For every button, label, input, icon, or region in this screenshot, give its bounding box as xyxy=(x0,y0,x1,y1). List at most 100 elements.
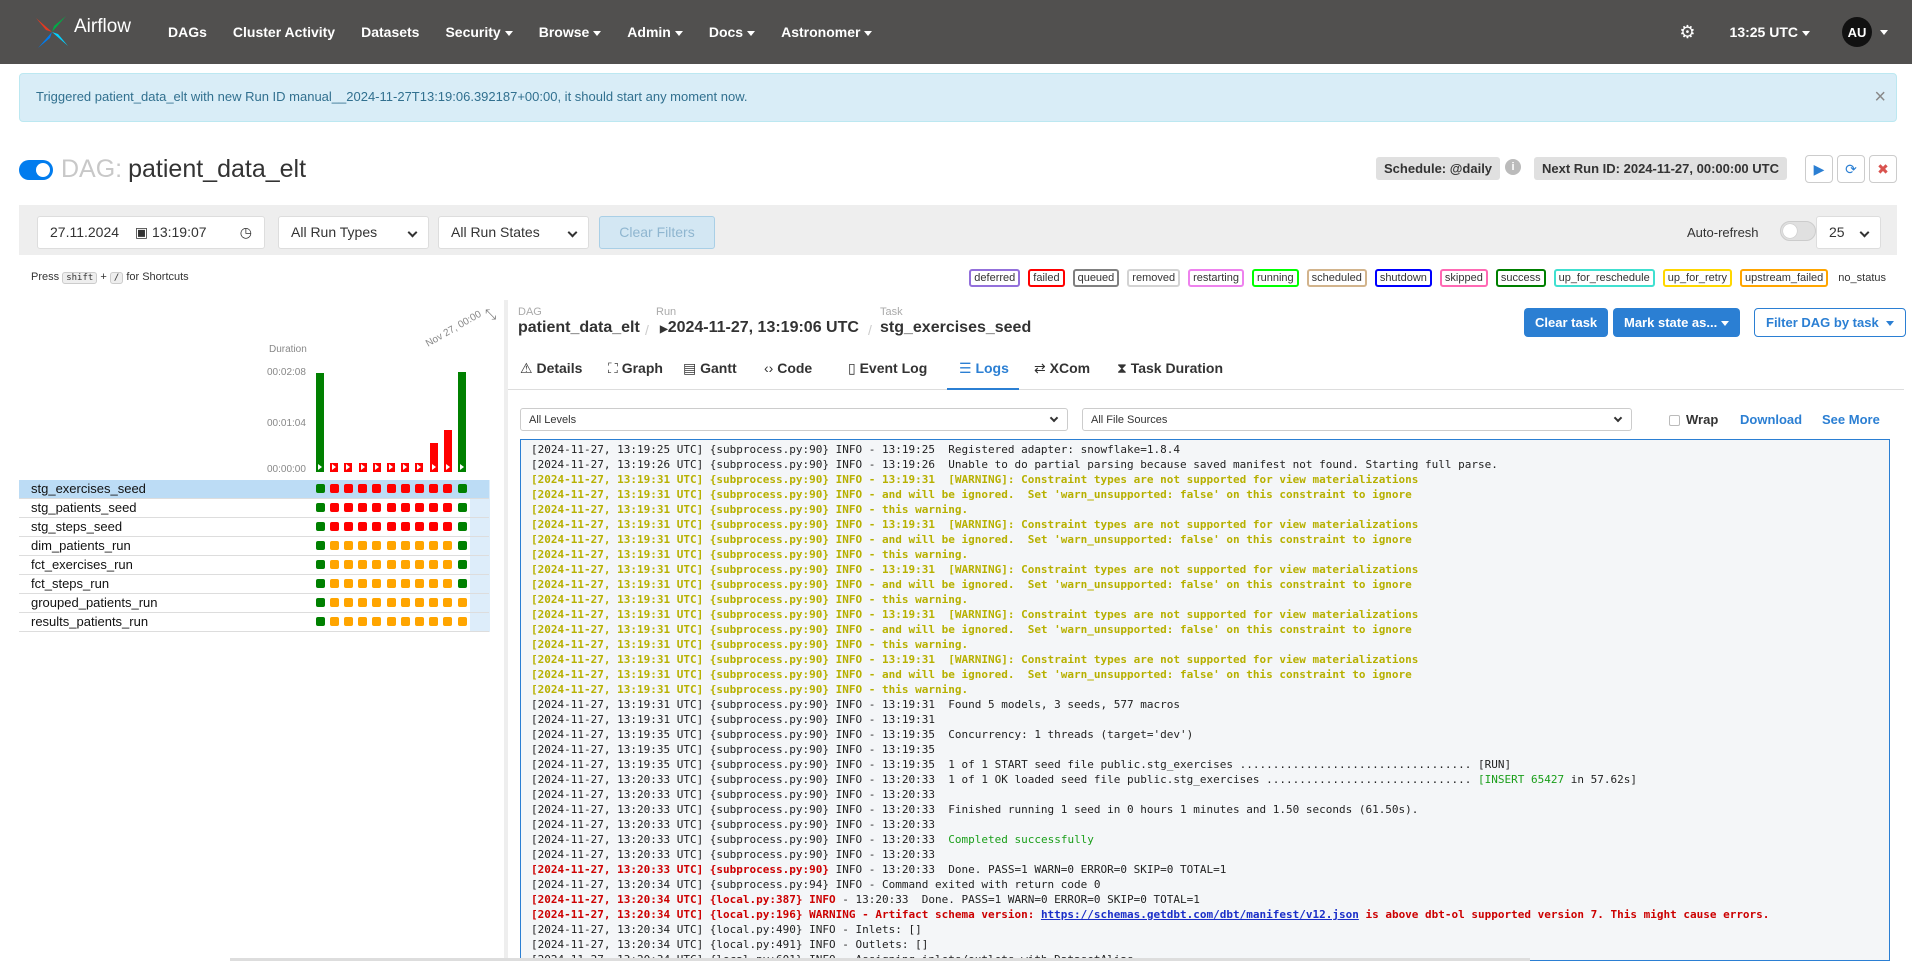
task-instance-cell[interactable] xyxy=(414,579,424,588)
task-instance-cell[interactable] xyxy=(329,598,339,607)
task-instance-cell[interactable] xyxy=(343,560,353,569)
calendar-icon[interactable]: ▣ xyxy=(135,224,148,240)
task-instance-cell[interactable] xyxy=(343,522,353,531)
task-name[interactable]: stg_exercises_seed xyxy=(31,481,146,496)
task-name[interactable]: fct_steps_run xyxy=(31,576,109,591)
tab-gantt[interactable]: ▤ Gantt xyxy=(683,360,737,377)
task-instance-cell[interactable] xyxy=(414,541,424,550)
legend-upstream-failed[interactable]: upstream_failed xyxy=(1740,269,1829,287)
tab-event-log[interactable]: ▯ Event Log xyxy=(848,360,927,377)
task-instance-cell[interactable] xyxy=(429,541,439,550)
log-level-select[interactable]: All Levels xyxy=(520,408,1068,431)
tab-graph[interactable]: ⛶ Graph xyxy=(608,360,663,377)
log-source-select[interactable]: All File Sources xyxy=(1082,408,1632,431)
task-instance-cell[interactable] xyxy=(429,522,439,531)
task-instance-cell[interactable] xyxy=(414,484,424,493)
duration-bar[interactable] xyxy=(415,463,424,472)
task-instance-cell[interactable] xyxy=(372,560,382,569)
tab-xcom[interactable]: ⇄ XCom xyxy=(1034,360,1090,377)
task-instance-cell[interactable] xyxy=(414,598,424,607)
task-instance-cell[interactable] xyxy=(386,541,396,550)
task-instance-cell[interactable] xyxy=(386,598,396,607)
duration-bar[interactable] xyxy=(429,443,438,472)
task-instance-cell[interactable] xyxy=(457,541,467,550)
avatar[interactable]: AU xyxy=(1842,17,1872,47)
task-instance-cell[interactable] xyxy=(315,522,325,531)
task-instance-cell[interactable] xyxy=(343,617,353,626)
task-instance-cell[interactable] xyxy=(329,579,339,588)
delete-dag-button[interactable]: ✖ xyxy=(1869,155,1897,183)
task-instance-cell[interactable] xyxy=(372,522,382,531)
wrap-checkbox[interactable] xyxy=(1669,415,1680,426)
task-instance-cell[interactable] xyxy=(358,503,368,512)
task-instance-cell[interactable] xyxy=(358,541,368,550)
run-state-select[interactable]: All Run States xyxy=(438,216,589,249)
task-instance-cell[interactable] xyxy=(329,503,339,512)
info-icon[interactable]: i xyxy=(1505,159,1521,175)
auto-refresh-toggle[interactable] xyxy=(1780,221,1816,241)
task-instance-cell[interactable] xyxy=(457,560,467,569)
legend-no-status[interactable]: no_status xyxy=(1838,272,1886,284)
task-instance-cell[interactable] xyxy=(429,560,439,569)
task-instance-cell[interactable] xyxy=(457,484,467,493)
task-instance-cell[interactable] xyxy=(443,522,453,531)
legend-scheduled[interactable]: scheduled xyxy=(1306,269,1367,287)
legend-running[interactable]: running xyxy=(1251,269,1299,287)
download-link[interactable]: Download xyxy=(1740,412,1802,427)
duration-bar[interactable] xyxy=(330,463,339,472)
tab-task-duration[interactable]: ⧗ Task Duration xyxy=(1117,360,1223,377)
task-instance-cell[interactable] xyxy=(315,560,325,569)
task-instance-cell[interactable] xyxy=(457,522,467,531)
tab-logs[interactable]: ☰ Logs xyxy=(959,360,1009,377)
task-instance-cell[interactable] xyxy=(386,560,396,569)
task-instance-cell[interactable] xyxy=(457,617,467,626)
log-viewer[interactable]: [2024-11-27, 13:19:25 UTC] {subprocess.p… xyxy=(520,439,1890,961)
nav-item-browse[interactable]: Browse xyxy=(539,24,602,40)
legend-deferred[interactable]: deferred xyxy=(969,269,1021,287)
task-instance-cell[interactable] xyxy=(358,484,368,493)
breadcrumb-dag[interactable]: patient_data_elt xyxy=(518,319,640,337)
task-row[interactable]: stg_steps_seed xyxy=(19,518,489,537)
task-instance-cell[interactable] xyxy=(400,560,410,569)
task-name[interactable]: fct_exercises_run xyxy=(31,557,133,572)
task-instance-cell[interactable] xyxy=(343,503,353,512)
task-instance-cell[interactable] xyxy=(414,522,424,531)
task-instance-cell[interactable] xyxy=(400,598,410,607)
nav-item-cluster-activity[interactable]: Cluster Activity xyxy=(233,24,335,40)
duration-bar[interactable] xyxy=(372,463,381,472)
task-instance-cell[interactable] xyxy=(358,598,368,607)
legend-skipped[interactable]: skipped xyxy=(1439,269,1488,287)
legend-shutdown[interactable]: shutdown xyxy=(1374,269,1432,287)
task-instance-cell[interactable] xyxy=(443,598,453,607)
task-name[interactable]: stg_patients_seed xyxy=(31,500,137,515)
legend-restarting[interactable]: restarting xyxy=(1188,269,1244,287)
filter-dag-button[interactable]: Filter DAG by task xyxy=(1754,308,1907,337)
task-instance-cell[interactable] xyxy=(372,598,382,607)
clock-icon[interactable]: ◷ xyxy=(240,224,252,241)
nav-item-admin[interactable]: Admin xyxy=(627,24,683,40)
task-row[interactable]: fct_steps_run xyxy=(19,575,489,594)
task-instance-cell[interactable] xyxy=(372,617,382,626)
task-instance-cell[interactable] xyxy=(457,598,467,607)
duration-bar[interactable] xyxy=(458,372,466,472)
task-row[interactable]: stg_exercises_seed xyxy=(19,480,489,499)
task-instance-cell[interactable] xyxy=(386,503,396,512)
task-instance-cell[interactable] xyxy=(315,617,325,626)
legend-removed[interactable]: removed xyxy=(1127,269,1181,287)
mark-state-button[interactable]: Mark state as... xyxy=(1613,308,1741,337)
task-instance-cell[interactable] xyxy=(429,579,439,588)
reparse-dag-button[interactable]: ⟳ xyxy=(1837,155,1865,183)
task-instance-cell[interactable] xyxy=(457,579,467,588)
task-instance-cell[interactable] xyxy=(329,484,339,493)
task-row[interactable]: fct_exercises_run xyxy=(19,556,489,575)
duration-bar[interactable] xyxy=(387,463,395,472)
tab-code[interactable]: ‹› Code xyxy=(764,360,812,376)
task-row[interactable]: grouped_patients_run xyxy=(19,594,489,613)
task-instance-cell[interactable] xyxy=(386,522,396,531)
task-instance-cell[interactable] xyxy=(315,579,325,588)
task-instance-cell[interactable] xyxy=(414,503,424,512)
close-icon[interactable]: × xyxy=(1874,86,1886,109)
task-instance-cell[interactable] xyxy=(386,579,396,588)
task-instance-cell[interactable] xyxy=(372,503,382,512)
task-instance-cell[interactable] xyxy=(329,522,339,531)
